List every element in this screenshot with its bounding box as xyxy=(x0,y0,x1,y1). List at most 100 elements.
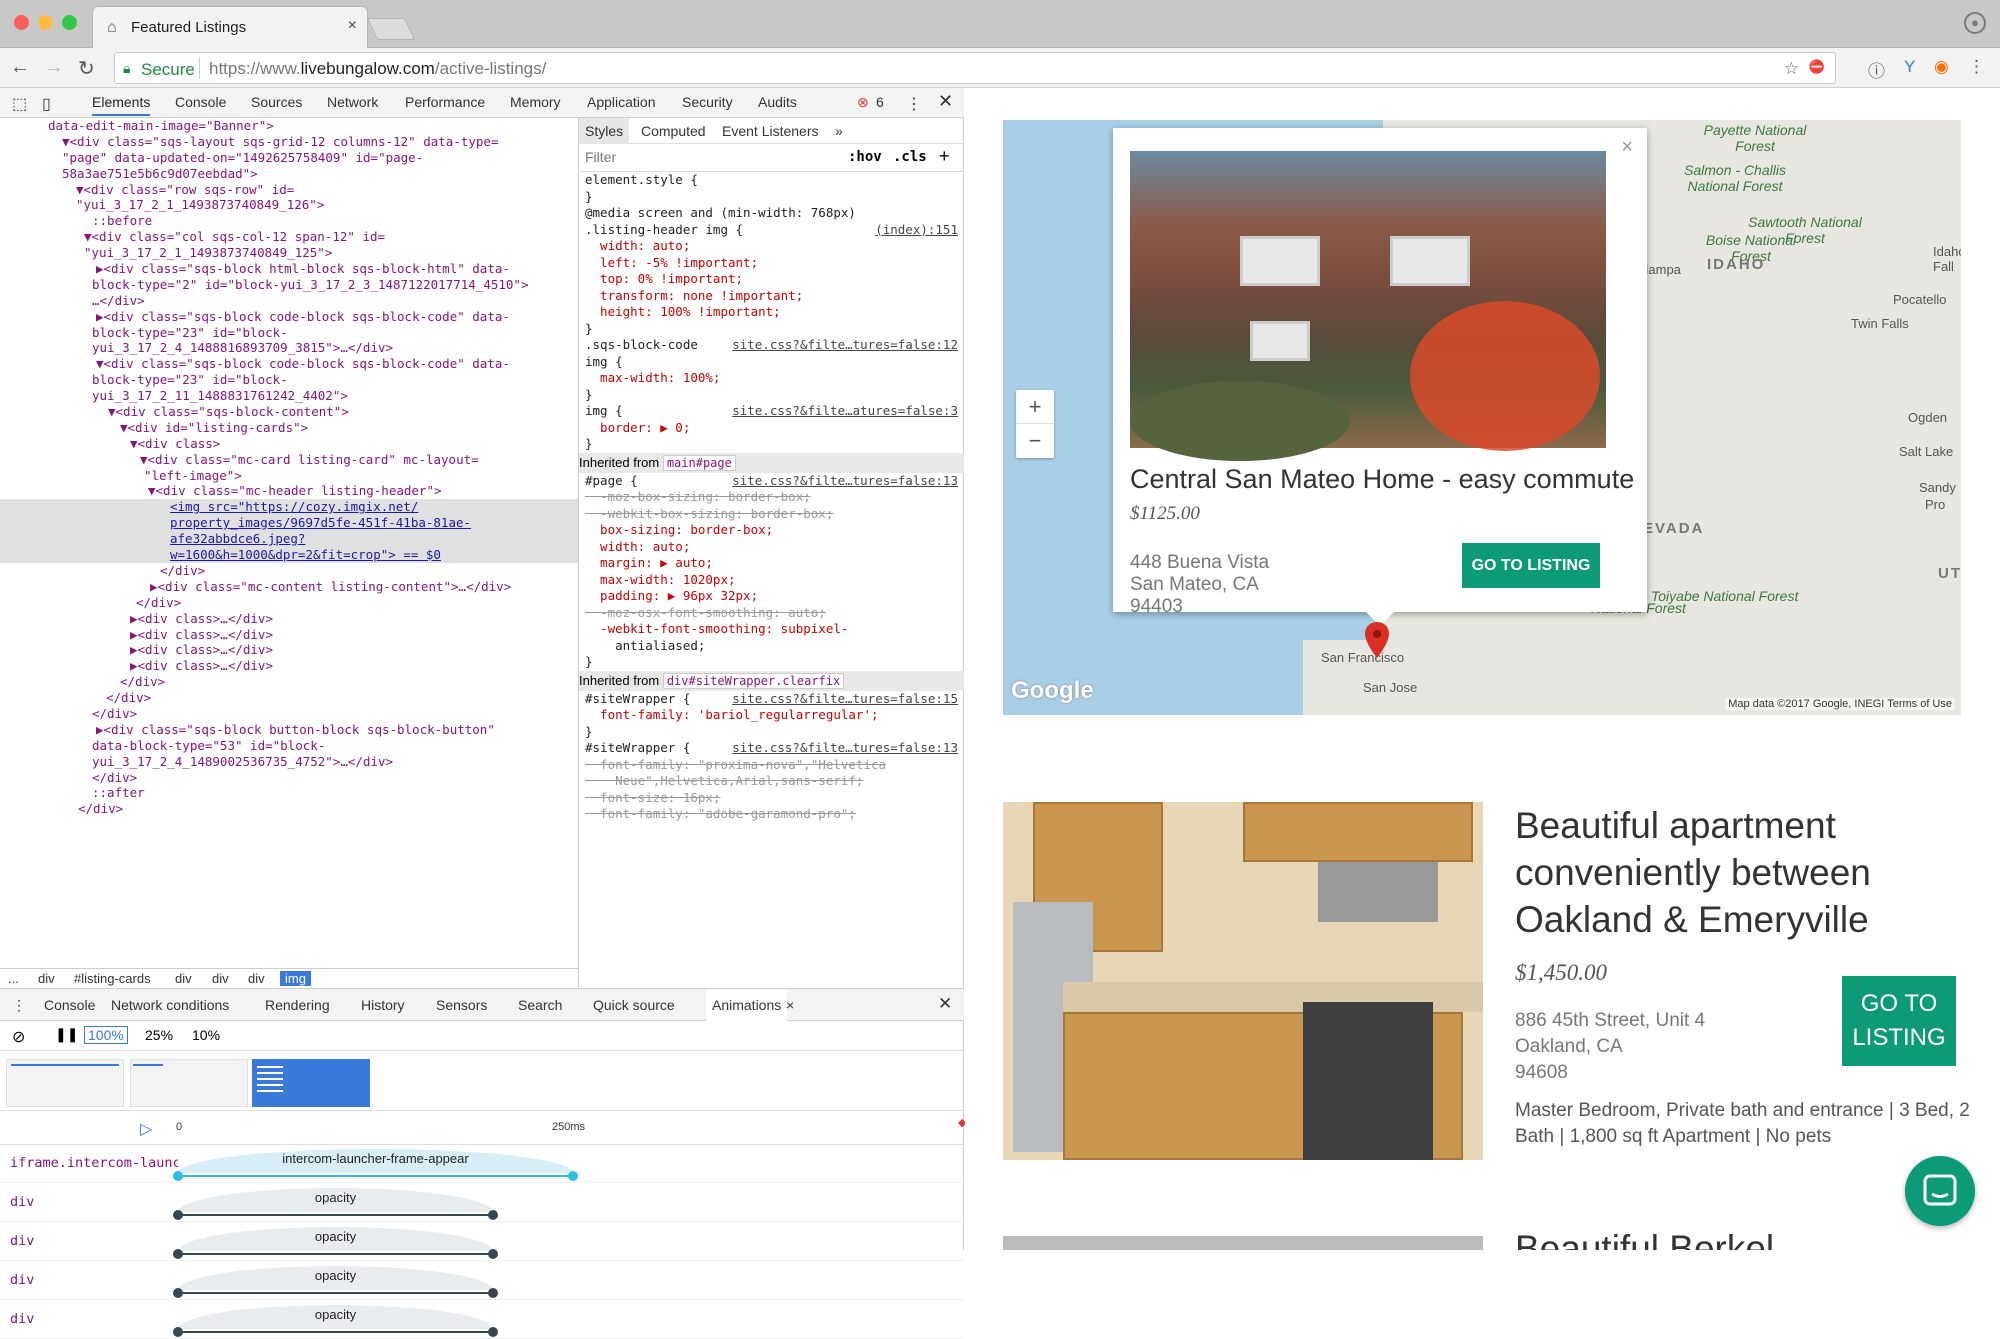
css-text[interactable]: } xyxy=(585,654,593,669)
css-rule-line[interactable]: .sqs-block-code site.css?&filte…tures=fal… xyxy=(585,337,964,354)
css-rule-line[interactable]: } xyxy=(585,189,964,206)
speed-25-button[interactable]: 25% xyxy=(145,1027,173,1043)
listing-photo[interactable] xyxy=(1003,1236,1483,1250)
drawer-tab-quick-source[interactable]: Quick source xyxy=(593,997,675,1013)
css-rule-line[interactable]: #siteWrapper {site.css?&filte…tures=fals… xyxy=(585,740,964,757)
animation-start-handle[interactable] xyxy=(173,1249,183,1259)
animation-row[interactable]: div opacity xyxy=(0,1223,964,1261)
css-text[interactable]: margin: ▶ auto; xyxy=(585,555,713,570)
breadcrumb-item[interactable]: div xyxy=(175,971,192,986)
animation-end-handle[interactable] xyxy=(488,1249,498,1259)
inspect-icon[interactable]: ⬚ xyxy=(12,94,27,114)
css-rule-line[interactable]: width: auto; xyxy=(585,238,964,255)
dom-node[interactable]: ▶<div class="sqs-block html-block sqs-bl… xyxy=(0,261,578,277)
css-text[interactable]: } xyxy=(585,387,593,402)
dom-node[interactable]: yui_3_17_2_4_1488816893709_3815">…</div> xyxy=(0,340,578,356)
css-text[interactable]: #page { xyxy=(585,473,638,488)
reload-icon[interactable]: ↻ xyxy=(78,56,95,81)
close-popup-icon[interactable]: × xyxy=(1621,136,1633,159)
dom-node[interactable]: </div> xyxy=(0,690,578,706)
css-text[interactable]: width: auto; xyxy=(585,238,690,253)
tab-performance[interactable]: Performance xyxy=(405,94,485,110)
css-text[interactable]: left: -5% !important; xyxy=(585,255,758,270)
elements-tree[interactable]: data-edit-main-image="Banner"> ▼<div clas… xyxy=(0,118,578,966)
css-text[interactable]: -moz-osx-font-smoothing: auto; xyxy=(585,605,826,620)
dom-node[interactable]: ▼<div class="col sqs-col-12 span-12" id= xyxy=(0,229,578,245)
filter-input[interactable]: Filter xyxy=(585,149,616,165)
back-icon[interactable]: ← xyxy=(10,56,30,79)
css-rule-line[interactable]: } xyxy=(585,321,964,338)
css-rule-line[interactable]: left: -5% !important; xyxy=(585,255,964,272)
inherited-selector[interactable]: div#siteWrapper.clearfix xyxy=(662,672,845,689)
dom-node[interactable]: block-type="23" id="block- xyxy=(0,372,578,388)
css-text[interactable]: font-size: 16px; xyxy=(585,790,720,805)
css-text[interactable]: font-family: "adobe-garamond-pro"; xyxy=(585,806,856,821)
animation-row[interactable]: div opacity xyxy=(0,1262,964,1300)
clear-icon[interactable]: ⊘ xyxy=(12,1027,25,1047)
dom-node[interactable]: ▼<div class="mc-header listing-header"> xyxy=(0,483,578,499)
dom-node[interactable]: </div> xyxy=(0,770,578,786)
menu-icon[interactable]: ⋮ xyxy=(1968,57,1985,77)
css-rule-line[interactable]: max-width: 100%; xyxy=(585,370,964,387)
breadcrumb-item[interactable]: div xyxy=(212,971,229,986)
more-options-icon[interactable]: ⋮ xyxy=(906,94,922,114)
info-extension-icon[interactable]: ⓘ xyxy=(1868,57,1885,82)
drawer-tab-console[interactable]: Console xyxy=(44,997,95,1013)
css-text[interactable]: #siteWrapper { xyxy=(585,691,690,706)
css-rule-line[interactable]: font-family: "proxima-nova","Helvetica xyxy=(585,757,964,774)
css-text[interactable]: font-family: "proxima-nova","Helvetica xyxy=(585,757,886,772)
css-rule-line[interactable]: } xyxy=(585,436,964,453)
profile-icon[interactable]: ● xyxy=(1964,12,1986,34)
tab-console[interactable]: Console xyxy=(175,94,226,110)
animation-target[interactable]: div xyxy=(10,1311,178,1327)
css-text[interactable]: -webkit-box-sizing: border-box; xyxy=(585,506,833,521)
v-extension-icon[interactable]: Y xyxy=(1904,57,1915,77)
css-source-link[interactable]: site.css?&filte…tures=false:13 xyxy=(732,473,958,490)
css-rule-line[interactable]: -moz-box-sizing: border-box; xyxy=(585,489,964,506)
dom-node[interactable]: property_images/9697d5fe-451f-41ba-81ae- xyxy=(0,515,578,532)
drawer-tab-network-conditions[interactable]: Network conditions xyxy=(111,997,229,1013)
more-tabs-icon[interactable]: » xyxy=(835,123,843,139)
css-text[interactable]: @media screen and (min-width: 768px) xyxy=(585,205,856,220)
breadcrumb-item[interactable]: div xyxy=(38,971,55,986)
css-text[interactable]: padding: ▶ 96px 32px; xyxy=(585,588,758,603)
css-text[interactable]: element.style { xyxy=(585,172,698,187)
css-rule-line[interactable]: top: 0% !important; xyxy=(585,271,964,288)
dom-node[interactable]: w=1600&h=1000&dpr=2&fit=crop"> == $0 xyxy=(0,547,578,563)
hover-state-toggle[interactable]: :hov xyxy=(848,149,882,165)
error-count[interactable]: 6 xyxy=(876,94,884,110)
css-text[interactable]: .sqs-block-code xyxy=(585,337,698,352)
css-text[interactable]: font-family: 'bariol_regularregular'; xyxy=(585,707,878,722)
dom-node[interactable]: ::before xyxy=(0,213,578,229)
dom-node[interactable]: yui_3_17_2_4_1489002536735_4752">…</div> xyxy=(0,754,578,770)
animation-end-handle[interactable] xyxy=(488,1210,498,1220)
animation-row[interactable]: div opacity xyxy=(0,1184,964,1222)
new-rule-icon[interactable]: + xyxy=(939,146,950,167)
dom-node[interactable]: "yui_3_17_2_1_1493873740849_125"> xyxy=(0,245,578,261)
css-rule-line[interactable]: antialiased; xyxy=(585,638,964,655)
go-to-listing-button[interactable]: GO TO LISTING xyxy=(1842,976,1956,1066)
zoom-in-button[interactable]: + xyxy=(1016,390,1054,424)
dom-node[interactable]: ▼<div class="mc-card listing-card" mc-la… xyxy=(0,452,578,468)
css-text[interactable]: img { xyxy=(585,403,623,418)
maximize-window-icon[interactable] xyxy=(62,15,77,30)
css-text[interactable]: img { xyxy=(585,354,623,369)
animation-end-handle[interactable] xyxy=(488,1327,498,1337)
animation-end-handle[interactable] xyxy=(488,1288,498,1298)
dom-node[interactable]: ▼<div class="row sqs-row" id= xyxy=(0,182,578,198)
forward-icon[interactable]: → xyxy=(44,56,64,79)
replay-icon[interactable]: ▷ xyxy=(140,1119,152,1139)
css-rule-line[interactable]: margin: ▶ auto; xyxy=(585,555,964,572)
dom-node[interactable]: ▼<div id="listing-cards"> xyxy=(0,420,578,436)
map-attribution[interactable]: Map data ©2017 Google, INEGI Terms of Us… xyxy=(1725,698,1955,710)
class-toggle[interactable]: .cls xyxy=(893,149,927,165)
dom-node[interactable]: ▶<div class="sqs-block button-block sqs-… xyxy=(0,722,578,738)
drawer-tab-search[interactable]: Search xyxy=(518,997,562,1013)
orange-extension-icon[interactable]: ◉ xyxy=(1934,57,1949,77)
breadcrumb-item-selected[interactable]: img xyxy=(280,971,311,986)
tab-styles[interactable]: Styles xyxy=(579,118,630,144)
css-text[interactable]: } xyxy=(585,321,593,336)
tab-elements[interactable]: Elements xyxy=(92,94,151,116)
css-rule-line[interactable]: padding: ▶ 96px 32px; xyxy=(585,588,964,605)
url-text[interactable]: https://www.livebungalow.com/active-list… xyxy=(209,59,546,79)
